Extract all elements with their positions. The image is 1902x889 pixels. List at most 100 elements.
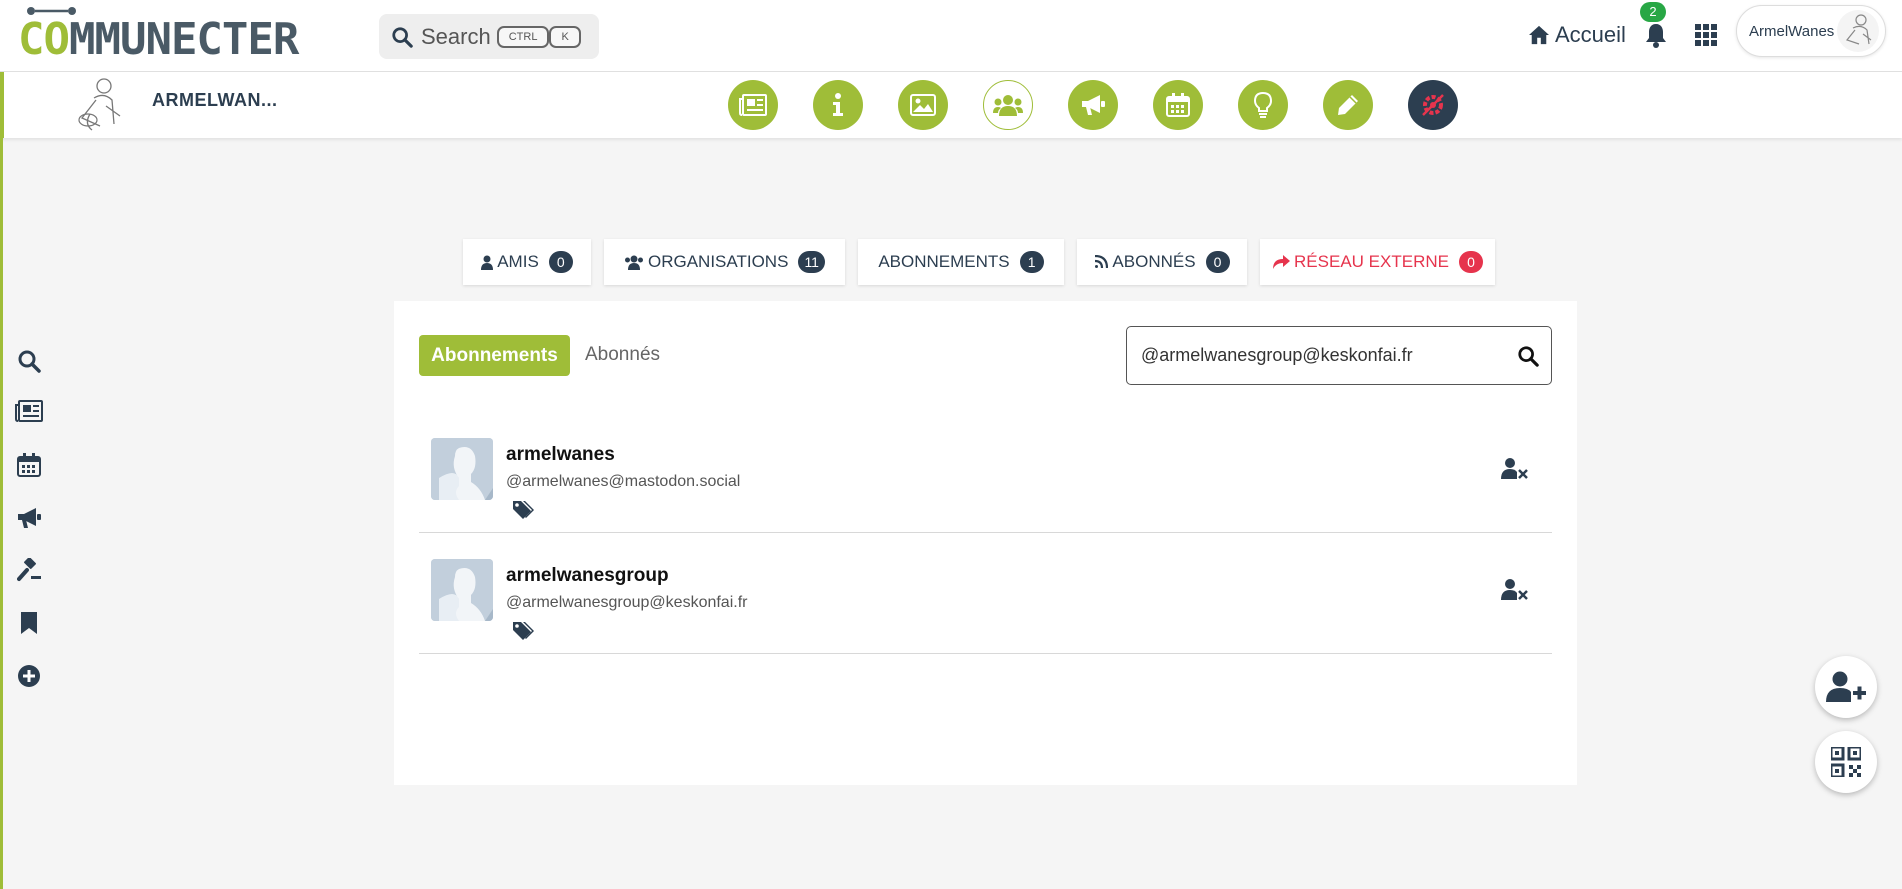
shortcut-key-k: K xyxy=(549,25,581,48)
nav-info[interactable] xyxy=(813,80,863,130)
user-menu-button[interactable]: ArmelWanes xyxy=(1736,5,1886,57)
tab-reseau-externe[interactable]: RÉSEAU EXTERNE 0 xyxy=(1260,239,1495,285)
tab-count: 11 xyxy=(798,251,825,273)
sidebar-votes[interactable] xyxy=(14,555,44,585)
search-icon xyxy=(392,26,413,48)
sidebar-add[interactable] xyxy=(14,661,44,691)
search-input-value: @armelwanesgroup@keskonfai.fr xyxy=(1141,345,1413,365)
image-icon xyxy=(910,94,936,116)
abonnes-link[interactable]: Abonnés xyxy=(585,344,660,366)
rss-icon xyxy=(1095,255,1109,269)
logo-rest: MMUNECTER xyxy=(68,14,299,65)
notifications-button[interactable] xyxy=(1644,22,1668,53)
nav-ideas[interactable] xyxy=(1238,80,1288,130)
unfollow-button[interactable] xyxy=(1501,579,1529,606)
tags-icon xyxy=(513,501,534,519)
plus-circle-icon xyxy=(18,665,40,687)
sidebar-bookmarks[interactable] xyxy=(14,608,44,638)
top-bar: COMMUNECTER Search CTRL K Accueil 2 Arme… xyxy=(0,0,1902,72)
profile-sketch-icon xyxy=(78,78,121,131)
shortcut-key-ctrl: CTRL xyxy=(496,25,550,48)
grid-icon xyxy=(1695,24,1717,46)
megaphone-icon xyxy=(18,508,41,528)
megaphone-icon xyxy=(1082,95,1105,115)
tab-label: ABONNEMENTS xyxy=(878,252,1010,271)
nav-community[interactable] xyxy=(983,80,1033,130)
users-icon xyxy=(625,255,643,270)
user-sketch-icon xyxy=(1845,14,1872,45)
newspaper-icon xyxy=(15,400,43,422)
nav-gallery[interactable] xyxy=(898,80,948,130)
tags-icon xyxy=(513,622,534,640)
tags-button[interactable] xyxy=(512,621,534,646)
share-icon xyxy=(1273,255,1291,269)
default-avatar-icon xyxy=(431,559,493,621)
tab-label: ABONNÉS xyxy=(1112,252,1196,271)
profile-avatar[interactable] xyxy=(70,74,130,134)
sidebar-announcements[interactable] xyxy=(14,503,44,533)
follow-panel: Abonnements Abonnés @armelwanesgroup@kes… xyxy=(394,301,1577,785)
tab-organisations[interactable]: ORGANISATIONS 11 xyxy=(604,239,845,285)
tab-label: RÉSEAU EXTERNE xyxy=(1294,252,1449,271)
add-user-button[interactable] xyxy=(1815,656,1877,718)
tab-count: 0 xyxy=(1205,251,1230,273)
calendar-icon xyxy=(17,453,41,477)
user-plus-icon xyxy=(1826,671,1866,702)
abonnements-button[interactable]: Abonnements xyxy=(419,335,570,376)
user-icon xyxy=(481,255,494,270)
community-icon xyxy=(993,95,1023,116)
list-item: armelwanes @armelwanes@mastodon.social xyxy=(419,412,1552,533)
logo-prefix: CO xyxy=(18,14,70,65)
avatar[interactable] xyxy=(431,559,493,621)
search-label: Search xyxy=(421,23,491,49)
gear-icon xyxy=(1422,94,1444,116)
list-item-handle: @armelwanesgroup@keskonfai.fr xyxy=(506,594,748,611)
search-icon[interactable] xyxy=(1517,345,1539,367)
tab-amis[interactable]: AMIS 0 xyxy=(463,239,591,285)
tags-button[interactable] xyxy=(512,500,534,525)
sidebar-calendar[interactable] xyxy=(14,450,44,480)
avatar xyxy=(1837,10,1879,52)
user-name: ArmelWanes xyxy=(1749,22,1835,40)
list-item-name[interactable]: armelwanesgroup xyxy=(506,565,669,587)
user-remove-icon xyxy=(1501,579,1528,600)
sidebar-search[interactable] xyxy=(14,346,44,376)
list-item-name[interactable]: armelwanes xyxy=(506,444,615,466)
tab-abonnements[interactable]: ABONNEMENTS 1 xyxy=(858,239,1064,285)
nav-calendar[interactable] xyxy=(1153,80,1203,130)
unfollow-button[interactable] xyxy=(1501,458,1529,485)
sidebar-news[interactable] xyxy=(14,396,44,426)
tab-label: AMIS xyxy=(497,252,539,271)
qr-code-icon xyxy=(1831,747,1861,777)
avatar[interactable] xyxy=(431,438,493,500)
search-input[interactable]: @armelwanesgroup@keskonfai.fr xyxy=(1126,326,1552,385)
home-icon xyxy=(1529,25,1549,45)
search-icon xyxy=(18,350,41,373)
info-icon xyxy=(833,93,843,116)
apps-menu-button[interactable] xyxy=(1695,24,1717,51)
tab-abonnes[interactable]: ABONNÉS 0 xyxy=(1077,239,1247,285)
pencil-icon xyxy=(1338,95,1358,115)
global-search[interactable]: Search CTRL K xyxy=(379,14,599,59)
nav-announcements[interactable] xyxy=(1068,80,1118,130)
nav-edit[interactable] xyxy=(1323,80,1373,130)
left-accent-line xyxy=(0,72,3,889)
home-link[interactable]: Accueil xyxy=(1528,22,1626,48)
list-item: armelwanesgroup @armelwanesgroup@keskonf… xyxy=(419,533,1552,654)
bell-icon xyxy=(1646,24,1666,48)
home-label: Accueil xyxy=(1555,22,1626,47)
gavel-icon xyxy=(17,558,41,581)
bookmark-icon xyxy=(21,612,37,634)
tab-count: 0 xyxy=(548,251,573,273)
notifications-badge: 2 xyxy=(1640,2,1666,22)
lightbulb-icon xyxy=(1254,92,1272,118)
newspaper-icon xyxy=(739,94,767,116)
profile-name: ARMELWAN... xyxy=(152,90,278,110)
tab-label: ORGANISATIONS xyxy=(648,252,789,271)
tab-count: 1 xyxy=(1019,251,1044,273)
nav-settings[interactable] xyxy=(1408,80,1458,130)
qr-code-button[interactable] xyxy=(1815,731,1877,793)
default-avatar-icon xyxy=(431,438,493,500)
list-item-handle: @armelwanes@mastodon.social xyxy=(506,473,741,490)
nav-newspaper[interactable] xyxy=(728,80,778,130)
